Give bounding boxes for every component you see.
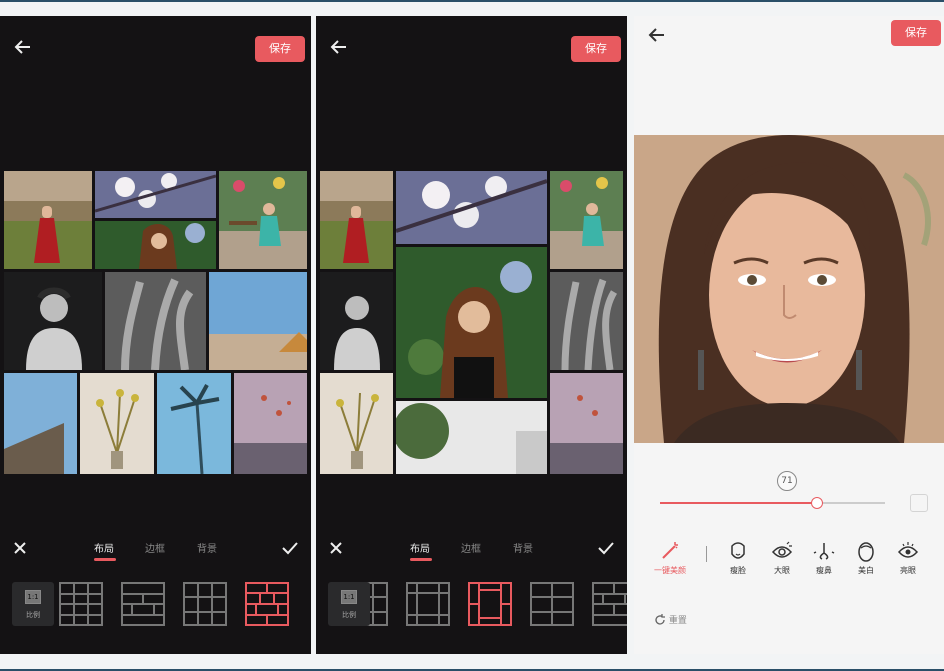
tab-background[interactable]: 背景: [197, 540, 217, 555]
layout-option-grid-b[interactable]: [530, 582, 574, 626]
photo-bw-leaves[interactable]: [550, 272, 623, 370]
tool-label: 大眼: [774, 566, 790, 575]
photo-collage: [4, 171, 307, 474]
tool-label: 瘦鼻: [816, 566, 832, 575]
confirm-check-icon[interactable]: [281, 540, 299, 556]
reset-label: 重置: [668, 616, 687, 626]
ratio-label: 比例: [26, 611, 40, 619]
photo-beach-sky[interactable]: [209, 272, 307, 370]
tool-label: 瘦脸: [730, 566, 746, 575]
bright-eye-icon: [897, 542, 919, 558]
compare-icon[interactable]: [910, 494, 928, 512]
tool-separator: [706, 546, 707, 562]
tool-label: 美白: [858, 566, 874, 575]
tool-label: 亮眼: [900, 566, 916, 575]
photo-man-sweater[interactable]: [320, 272, 393, 370]
ratio-label: 比例: [342, 611, 356, 619]
screen-collage-1: 保存 布局 边框 背景 1:1 比例: [0, 16, 311, 654]
aspect-ratio-button[interactable]: 1:1 比例: [328, 582, 370, 626]
tool-label: 一键美颜: [654, 566, 686, 575]
close-icon[interactable]: [12, 540, 28, 556]
photo-palm-tree[interactable]: [157, 373, 231, 474]
save-button[interactable]: 保存: [571, 36, 621, 62]
layout-option-frame-selected[interactable]: [468, 582, 512, 626]
eye-icon: [771, 541, 793, 558]
photo-teal-dress[interactable]: [219, 171, 307, 269]
magic-wand-icon: [662, 542, 678, 559]
layout-option-frame-a[interactable]: [406, 582, 450, 626]
editor-tab-bar: 布局 边框 背景: [0, 534, 311, 564]
layout-option-grid-c[interactable]: [183, 582, 227, 626]
photo-red-dress[interactable]: [4, 171, 92, 269]
tool-slim-face[interactable]: 瘦脸: [716, 540, 760, 576]
photo-vase-flowers[interactable]: [320, 373, 393, 474]
tab-background[interactable]: 背景: [513, 540, 533, 555]
photo-building-corner[interactable]: [4, 373, 77, 474]
photo-vase-flowers[interactable]: [80, 373, 154, 474]
intensity-slider[interactable]: 71: [660, 471, 885, 511]
aspect-ratio-button[interactable]: 1:1 比例: [12, 582, 54, 626]
back-arrow-icon[interactable]: [648, 26, 666, 44]
tool-slim-nose[interactable]: 瘦鼻: [802, 540, 846, 576]
slider-fill: [660, 502, 817, 504]
tab-border[interactable]: 边框: [145, 540, 165, 555]
slider-value-badge: 71: [777, 471, 797, 491]
screen-beauty-editor: 保存 71 一键美颜 瘦脸 大眼 瘦鼻 美白 亮眼 重置: [634, 16, 944, 654]
ratio-icon: 1:1: [25, 590, 41, 604]
photo-red-dress[interactable]: [320, 171, 393, 269]
photo-hot-air-balloons[interactable]: [234, 373, 307, 474]
photo-bw-leaves[interactable]: [105, 272, 206, 370]
photo-collage: [320, 171, 623, 474]
reset-icon: [655, 613, 665, 625]
top-border: [0, 0, 944, 2]
portrait-photo[interactable]: [634, 135, 944, 443]
photo-white-flowers[interactable]: [396, 171, 547, 244]
back-arrow-icon[interactable]: [14, 38, 32, 56]
ratio-icon: 1:1: [341, 590, 357, 604]
screen-collage-2: 保存 布局 边框 背景 1:1 比例: [316, 16, 627, 654]
tool-big-eyes[interactable]: 大眼: [760, 540, 804, 576]
photo-woman-flowers[interactable]: [396, 247, 547, 398]
layout-option-grid-b[interactable]: [121, 582, 165, 626]
tool-one-click-beauty[interactable]: 一键美颜: [648, 540, 692, 576]
photo-teal-dress[interactable]: [550, 171, 623, 269]
layout-options: 1:1 比例: [316, 582, 627, 630]
confirm-check-icon[interactable]: [597, 540, 615, 556]
layout-options: 1:1 比例: [0, 582, 311, 630]
reset-button[interactable]: 重置: [654, 613, 687, 626]
tab-layout[interactable]: 布局: [94, 540, 114, 555]
active-tab-indicator: [410, 558, 432, 561]
tool-whiten[interactable]: 美白: [844, 540, 888, 576]
close-icon[interactable]: [328, 540, 344, 556]
layout-option-grid-a[interactable]: [59, 582, 103, 626]
save-button[interactable]: 保存: [255, 36, 305, 62]
active-tab-indicator: [94, 558, 116, 561]
tab-border[interactable]: 边框: [461, 540, 481, 555]
tool-bright-eyes[interactable]: 亮眼: [886, 540, 930, 576]
save-button[interactable]: 保存: [891, 20, 941, 46]
layout-option-grid-c-partial[interactable]: [592, 582, 627, 626]
slider-thumb[interactable]: [811, 497, 823, 509]
face-icon: [731, 542, 745, 559]
photo-wall-tree[interactable]: [396, 401, 547, 474]
tab-layout[interactable]: 布局: [410, 540, 430, 555]
back-arrow-icon[interactable]: [330, 38, 348, 56]
nose-icon: [813, 543, 835, 560]
photo-man-sweater[interactable]: [4, 272, 102, 370]
photo-white-flowers[interactable]: [95, 171, 216, 218]
editor-tab-bar: 布局 边框 背景: [316, 534, 627, 564]
whiten-icon: [858, 542, 874, 562]
photo-woman-flowers[interactable]: [95, 221, 216, 269]
layout-option-grid-d-selected[interactable]: [245, 582, 289, 626]
photo-hot-air-balloons[interactable]: [550, 373, 623, 474]
